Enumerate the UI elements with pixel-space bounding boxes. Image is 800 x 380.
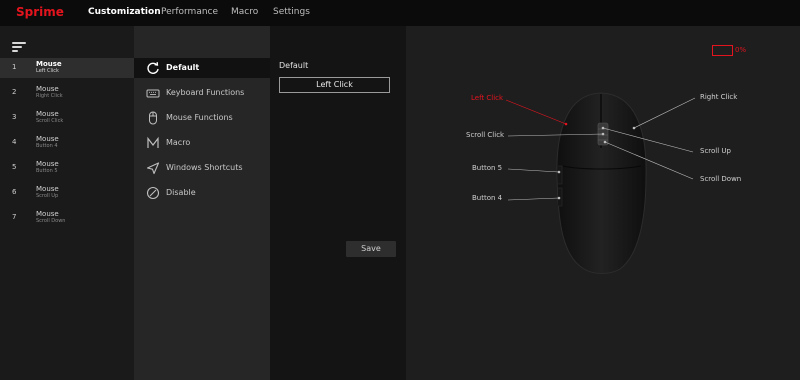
button-subtitle: Left Click xyxy=(36,68,59,74)
button-item-button-5[interactable]: 5 Mouse Button 5 xyxy=(0,158,134,178)
top-nav-bar: Sprime Customization Performance Macro S… xyxy=(0,0,800,26)
button-subtitle: Button 5 xyxy=(36,168,58,174)
callout-scroll-up[interactable]: Scroll Up xyxy=(700,147,731,155)
nav-tab-settings[interactable]: Settings xyxy=(273,7,310,17)
button-number: 5 xyxy=(12,163,17,171)
function-label: Windows Shortcuts xyxy=(166,163,243,172)
function-label: Default xyxy=(166,63,200,72)
function-list-panel: Default Keyboard Functions Mouse Functio… xyxy=(134,26,270,380)
button-number: 2 xyxy=(12,88,17,96)
function-label: Keyboard Functions xyxy=(166,88,245,97)
button-title: Mouse xyxy=(36,135,59,143)
button-item-left-click[interactable]: 1 Mouse Left Click xyxy=(0,58,134,78)
button-subtitle: Scroll Down xyxy=(36,218,66,224)
menu-icon[interactable] xyxy=(12,42,26,52)
button-number: 6 xyxy=(12,188,17,196)
save-button[interactable]: Save xyxy=(346,241,396,257)
function-detail-panel: Default Left Click Save xyxy=(270,26,406,380)
function-item-mouse[interactable]: Mouse Functions xyxy=(134,108,270,128)
button-title: Mouse xyxy=(36,160,59,168)
callout-left-click[interactable]: Left Click xyxy=(471,94,503,102)
refresh-icon xyxy=(146,61,160,75)
button-number: 3 xyxy=(12,113,17,121)
button-subtitle: Scroll Up xyxy=(36,193,59,199)
button-title: Mouse xyxy=(36,85,59,93)
nav-tab-customization[interactable]: Customization xyxy=(88,7,161,17)
function-item-windows-shortcuts[interactable]: Windows Shortcuts xyxy=(134,158,270,178)
button-number: 7 xyxy=(12,213,17,221)
button-title: Mouse xyxy=(36,110,59,118)
button-subtitle: Scroll Click xyxy=(36,118,64,124)
button-subtitle: Right Click xyxy=(36,93,63,99)
button-list-panel: 1 Mouse Left Click 2 Mouse Right Click 3… xyxy=(0,26,134,380)
button-title: Mouse xyxy=(36,60,62,68)
button-number: 1 xyxy=(12,63,17,71)
callout-scroll-down[interactable]: Scroll Down xyxy=(700,175,741,183)
function-item-macro[interactable]: Macro xyxy=(134,133,270,153)
button-number: 4 xyxy=(12,138,17,146)
function-item-default[interactable]: Default xyxy=(134,58,270,78)
mouse-illustration xyxy=(505,92,696,274)
nav-tab-macro[interactable]: Macro xyxy=(231,7,258,17)
button-item-scroll-down[interactable]: 7 Mouse Scroll Down xyxy=(0,208,134,228)
detail-title: Default xyxy=(279,61,309,70)
macro-m-icon xyxy=(146,136,160,150)
disable-icon xyxy=(146,186,160,200)
callout-button-5[interactable]: Button 5 xyxy=(472,164,502,172)
keyboard-icon xyxy=(146,86,160,100)
action-select[interactable]: Left Click xyxy=(279,77,390,93)
button-item-scroll-up[interactable]: 6 Mouse Scroll Up xyxy=(0,183,134,203)
function-label: Disable xyxy=(166,188,196,197)
button-item-button-4[interactable]: 4 Mouse Button 4 xyxy=(0,133,134,153)
callout-right-click[interactable]: Right Click xyxy=(700,93,737,101)
mouse-preview-area: 0% Left Click Right Click Scroll Click S… xyxy=(406,26,800,380)
callout-button-4[interactable]: Button 4 xyxy=(472,194,502,202)
send-arrow-icon xyxy=(146,161,160,175)
function-item-disable[interactable]: Disable xyxy=(134,183,270,203)
function-item-keyboard[interactable]: Keyboard Functions xyxy=(134,83,270,103)
nav-tab-performance[interactable]: Performance xyxy=(161,7,218,17)
button-title: Mouse xyxy=(36,185,59,193)
brand-logo: Sprime xyxy=(16,5,64,19)
button-item-scroll-click[interactable]: 3 Mouse Scroll Click xyxy=(0,108,134,128)
button-subtitle: Button 4 xyxy=(36,143,58,149)
function-label: Macro xyxy=(166,138,191,147)
button-title: Mouse xyxy=(36,210,59,218)
mouse-icon xyxy=(146,111,160,125)
button-item-right-click[interactable]: 2 Mouse Right Click xyxy=(0,83,134,103)
function-label: Mouse Functions xyxy=(166,113,233,122)
callout-scroll-click[interactable]: Scroll Click xyxy=(466,131,504,139)
